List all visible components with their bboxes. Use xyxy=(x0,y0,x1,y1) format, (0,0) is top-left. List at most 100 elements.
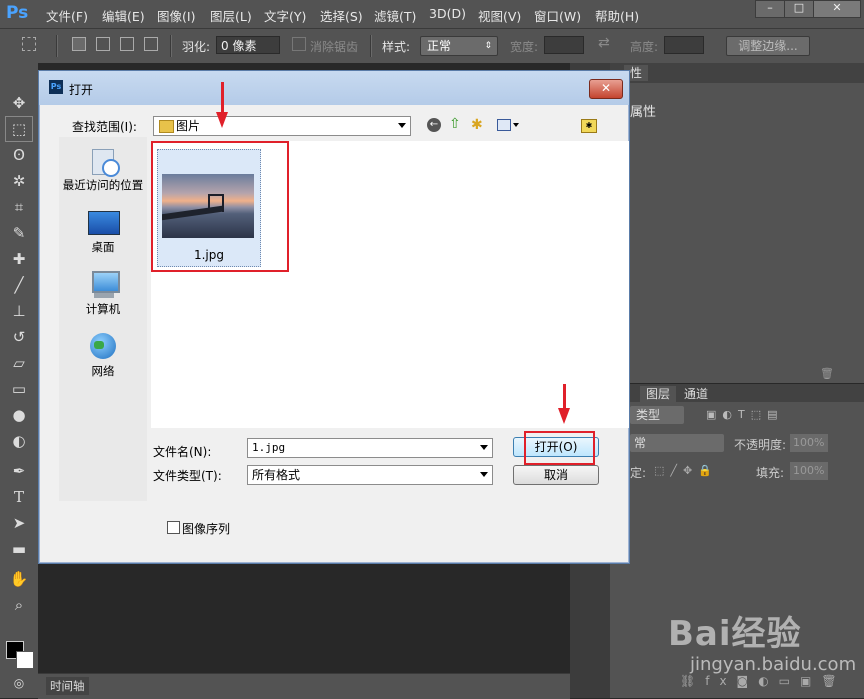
layers-tab[interactable]: 图层 xyxy=(640,386,677,402)
lookin-label: 查找范围(I): xyxy=(72,120,137,134)
lock-label: 定: xyxy=(630,466,647,480)
filter-icons[interactable]: ▣◐T⬚▤ xyxy=(706,408,784,421)
filetype-select[interactable]: 所有格式 xyxy=(247,465,493,485)
menu-image[interactable]: 图像(I) xyxy=(157,6,195,25)
photoshop-logo: Ps xyxy=(6,3,29,23)
healing-brush-tool-icon[interactable]: ✚ xyxy=(6,247,32,271)
new-selection-icon[interactable] xyxy=(72,37,86,51)
place-label: 计算机 xyxy=(85,302,121,316)
channels-tab[interactable]: 通道 xyxy=(678,386,714,402)
properties-title: 属性 xyxy=(630,105,657,120)
properties-panel: 性 属性 🗑 xyxy=(610,63,864,383)
opacity-input[interactable]: 100% xyxy=(790,434,828,452)
separator xyxy=(56,35,58,57)
layer-actions-icons[interactable]: ⛓fx◙◐▭▣🗑 xyxy=(680,674,847,688)
style-label: 样式: xyxy=(382,40,411,54)
annotation-arrow-icon xyxy=(558,408,570,424)
properties-tab-bar xyxy=(610,63,864,83)
lasso-tool-icon[interactable]: ʘ xyxy=(6,143,32,167)
lock-icons[interactable]: ⬚╱✥🔒 xyxy=(654,464,718,477)
style-select[interactable]: 正常 ⇕ xyxy=(420,36,498,56)
pen-tool-icon[interactable]: ✒ xyxy=(6,459,32,483)
image-sequence-checkbox[interactable] xyxy=(167,521,180,534)
feather-input[interactable]: 0 像素 xyxy=(216,36,280,54)
lookin-select[interactable]: 图片 xyxy=(153,116,411,136)
trash-icon[interactable]: 🗑 xyxy=(820,367,834,380)
close-window-button[interactable]: ✕ xyxy=(813,0,861,18)
chevron-down-icon xyxy=(480,472,488,477)
maximize-button[interactable]: □ xyxy=(784,0,814,18)
eyedropper-tool-icon[interactable]: ✎ xyxy=(6,221,32,245)
filter-kind-select[interactable]: 类型 xyxy=(630,406,684,424)
dodge-tool-icon[interactable]: ◐ xyxy=(6,429,32,453)
magic-wand-tool-icon[interactable]: ✲ xyxy=(6,169,32,193)
marquee-preset-icon[interactable] xyxy=(22,37,36,51)
menu-view[interactable]: 视图(V) xyxy=(478,6,521,25)
annotation-open-highlight xyxy=(524,431,595,465)
new-folder-icon[interactable]: ✱ xyxy=(471,117,483,133)
add-selection-icon[interactable] xyxy=(96,37,110,51)
menu-layer[interactable]: 图层(L) xyxy=(210,6,252,25)
subtract-selection-icon[interactable] xyxy=(120,37,134,51)
filename-label: 文件名(N): xyxy=(153,445,212,459)
folder-icon xyxy=(159,120,174,133)
antialias-checkbox[interactable] xyxy=(292,37,306,51)
timeline-tab[interactable]: 时间轴 xyxy=(46,677,89,695)
menu-3d[interactable]: 3D(D) xyxy=(429,6,466,21)
chevron-down-icon xyxy=(480,445,488,450)
fill-input[interactable]: 100% xyxy=(790,462,828,480)
menu-edit[interactable]: 编辑(E) xyxy=(102,6,145,25)
type-tool-icon[interactable]: T xyxy=(6,485,32,509)
desktop-shortcut-icon[interactable]: ✱ xyxy=(581,119,597,133)
move-tool-icon[interactable]: ✥ xyxy=(6,91,32,115)
menu-type[interactable]: 文字(Y) xyxy=(264,6,306,25)
place-recent[interactable]: 最近访问的位置 xyxy=(59,147,147,193)
desktop-icon xyxy=(88,209,120,237)
filename-input[interactable]: 1.jpg xyxy=(247,438,493,458)
place-computer[interactable]: 计算机 xyxy=(59,271,147,317)
hand-tool-icon[interactable]: ✋ xyxy=(6,567,32,591)
gradient-tool-icon[interactable]: ▭ xyxy=(6,377,32,401)
chevron-down-icon[interactable] xyxy=(513,123,519,127)
dialog-close-button[interactable]: ✕ xyxy=(589,79,623,99)
crop-tool-icon[interactable]: ⌗ xyxy=(6,195,32,219)
menu-select[interactable]: 选择(S) xyxy=(320,6,363,25)
swap-icon[interactable]: ⇄ xyxy=(598,35,610,51)
path-selection-tool-icon[interactable]: ➤ xyxy=(6,511,32,535)
menu-help[interactable]: 帮助(H) xyxy=(595,6,639,25)
zoom-tool-icon[interactable]: ⌕ xyxy=(6,593,32,617)
height-input[interactable] xyxy=(664,36,704,54)
history-brush-tool-icon[interactable]: ↺ xyxy=(6,325,32,349)
chevron-down-icon xyxy=(398,123,406,128)
rectangle-tool-icon[interactable]: ▬ xyxy=(6,537,32,561)
blend-mode-select[interactable]: 常 xyxy=(630,434,724,452)
up-folder-icon[interactable]: ⇧ xyxy=(449,116,461,132)
open-file-dialog: Ps 打开 ✕ 查找范围(I): 图片 ← ⇧ ✱ ✱ 最近访问的位置 桌面 计… xyxy=(38,70,630,564)
annotation-file-highlight xyxy=(151,141,289,272)
dialog-title: 打开 xyxy=(69,83,94,97)
antialias-label: 消除锯齿 xyxy=(310,40,359,54)
marquee-tool-icon[interactable]: ⬚ xyxy=(5,116,33,142)
annotation-arrow-stem xyxy=(221,82,224,112)
cancel-button[interactable]: 取消 xyxy=(513,465,599,485)
clone-stamp-tool-icon[interactable]: ⊥ xyxy=(6,299,32,323)
intersect-selection-icon[interactable] xyxy=(144,37,158,51)
brush-tool-icon[interactable]: ╱ xyxy=(6,273,32,297)
place-network[interactable]: 网络 xyxy=(59,333,147,379)
menu-bar: Ps 文件(F) 编辑(E) 图像(I) 图层(L) 文字(Y) 选择(S) 滤… xyxy=(0,0,864,29)
feather-label: 羽化: xyxy=(182,40,211,54)
minimize-button[interactable]: – xyxy=(755,0,785,18)
back-icon[interactable]: ← xyxy=(427,118,441,132)
eraser-tool-icon[interactable]: ▱ xyxy=(6,351,32,375)
menu-file[interactable]: 文件(F) xyxy=(46,6,88,25)
quick-mask-icon[interactable]: ◎ xyxy=(6,671,32,695)
blur-tool-icon[interactable]: ● xyxy=(6,403,32,427)
view-menu-icon[interactable] xyxy=(497,119,511,131)
place-desktop[interactable]: 桌面 xyxy=(59,209,147,255)
width-input[interactable] xyxy=(544,36,584,54)
lookin-value: 图片 xyxy=(176,119,201,133)
menu-window[interactable]: 窗口(W) xyxy=(534,6,581,25)
background-color-swatch[interactable] xyxy=(16,651,34,669)
refine-edge-button[interactable]: 调整边缘... xyxy=(726,36,810,56)
menu-filter[interactable]: 滤镜(T) xyxy=(374,6,416,25)
